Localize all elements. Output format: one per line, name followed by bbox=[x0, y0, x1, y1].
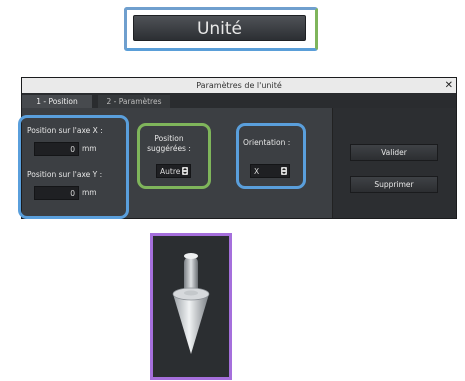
delete-button[interactable]: Supprimer bbox=[350, 176, 438, 193]
tab-bar: 1 - Position 2 - Paramètres bbox=[22, 93, 456, 108]
tab-parameters[interactable]: 2 - Paramètres bbox=[98, 95, 170, 108]
dialog-title: Paramètres de l'unité bbox=[196, 81, 282, 90]
tab-position[interactable]: 1 - Position bbox=[22, 95, 92, 108]
actions-panel bbox=[332, 108, 456, 218]
unit-preview bbox=[150, 233, 232, 380]
axis-fields-highlight bbox=[18, 115, 129, 219]
unit-button[interactable]: Unité bbox=[133, 15, 306, 41]
close-icon[interactable]: ✕ bbox=[445, 78, 453, 93]
validate-button[interactable]: Valider bbox=[350, 144, 438, 161]
suggested-position-highlight bbox=[137, 123, 211, 189]
cone-arrow-icon bbox=[172, 253, 210, 354]
dialog-titlebar: Paramètres de l'unité ✕ bbox=[22, 78, 456, 94]
orientation-highlight bbox=[236, 123, 306, 189]
unit-button-highlight: Unité bbox=[124, 7, 318, 51]
